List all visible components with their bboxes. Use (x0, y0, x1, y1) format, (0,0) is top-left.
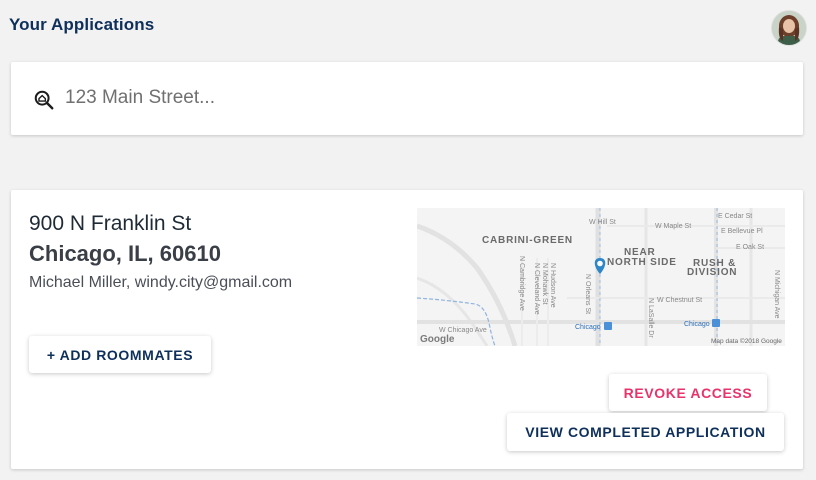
add-roommates-button[interactable]: + ADD ROOMMATES (29, 336, 211, 373)
map-label-e-bellevue: E Bellevue Pl (721, 228, 763, 235)
location-map[interactable]: CABRINI-GREEN NEAR NORTH SIDE RUSH & DIV… (417, 208, 785, 346)
map-label-n-cleveland: N Cleveland Ave (533, 263, 540, 315)
applicant-contact: Michael Miller, windy.city@gmail.com (29, 274, 293, 291)
avatar[interactable] (772, 11, 806, 45)
map-label-e-oak: E Oak St (736, 244, 764, 251)
revoke-access-button[interactable]: REVOKE ACCESS (609, 374, 767, 411)
map-label-w-maple: W Maple St (655, 223, 691, 230)
map-label-cabrini: CABRINI-GREEN (482, 235, 573, 246)
map-label-w-hill: W Hill St (589, 219, 616, 226)
map-label-e-cedar: E Cedar St (718, 213, 752, 220)
avatar-image (772, 11, 806, 45)
transit-station-icon (604, 322, 612, 330)
map-label-n-orleans: N Orleans St (584, 274, 591, 314)
map-label-chicago-station: Chicago (575, 324, 601, 331)
app-header: Your Applications (0, 0, 816, 56)
address-city: Chicago, IL, 60610 (29, 241, 221, 266)
search-input[interactable] (65, 80, 765, 116)
map-label-n-hudson: N Hudson Ave (549, 263, 556, 308)
map-label-n-mohawk: N Mohawk St (541, 263, 548, 305)
view-completed-application-button[interactable]: VIEW COMPLETED APPLICATION (507, 413, 784, 451)
map-label-chicago-station: Chicago (684, 321, 710, 328)
map-attribution: Map data ©2018 Google (711, 337, 782, 345)
transit-station-icon (712, 319, 720, 327)
google-logo: Google (420, 334, 455, 345)
map-label-n-cambridge: N Cambridge Ave (518, 256, 525, 311)
application-card: 900 N Franklin St Chicago, IL, 60610 Mic… (11, 190, 803, 469)
map-label-w-chestnut: W Chestnut St (657, 297, 702, 304)
map-label-division: DIVISION (687, 267, 737, 278)
map-label-north-side: NORTH SIDE (607, 257, 677, 268)
map-label-w-chicago: W Chicago Ave (439, 327, 487, 334)
map-label-n-lasalle: N LaSalle Dr (647, 298, 654, 338)
map-label-n-michigan: N Michigan Ave (773, 270, 780, 319)
address-search-bar (11, 62, 803, 135)
page-title: Your Applications (9, 15, 155, 34)
address-street: 900 N Franklin St (29, 212, 192, 235)
home-search-icon (34, 90, 54, 110)
